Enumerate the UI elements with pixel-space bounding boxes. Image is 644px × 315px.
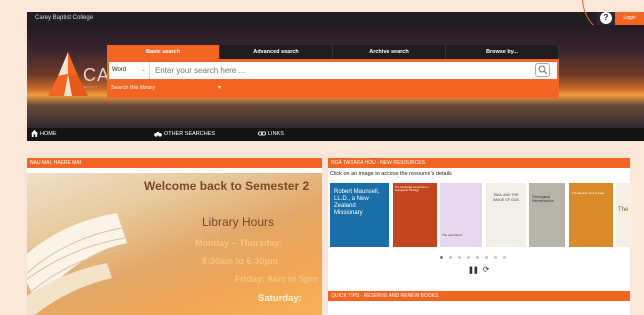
tab-browse-by[interactable]: Browse by... [446, 45, 559, 59]
book-cover-2[interactable]: The Cambridge Companion to Evangelical T… [393, 183, 437, 247]
book-title-3: The Last Word [442, 233, 462, 237]
hours-line-3: Friday: 8am to 5pm [235, 274, 318, 284]
book-cover-1[interactable]: Robert Maunsell, LL.D., a New Zealand Mi… [330, 183, 389, 247]
home-icon [31, 130, 38, 138]
carousel-dot[interactable] [467, 256, 470, 259]
welcome-panel-header: NAU MAI, HAERE MAI [27, 158, 322, 168]
search-icon [538, 65, 548, 75]
book-cover-6[interactable]: The Reason Not to Fear [569, 183, 613, 247]
carousel-controls: ❚❚ ⟳ [468, 265, 489, 274]
pause-icon[interactable]: ❚❚ [468, 266, 479, 274]
welcome-heading: Welcome back to Semester 2 [144, 179, 310, 193]
search-button[interactable] [535, 63, 550, 77]
hours-line-2: 8:30am to 6:30pm [202, 256, 279, 266]
nav-item-other-searches[interactable]: OTHER SEARCHES [154, 128, 215, 141]
library-hours-title: Library Hours [202, 215, 275, 229]
carousel-dot[interactable] [476, 256, 479, 259]
carousel-dot[interactable] [440, 256, 443, 259]
carousel-dot[interactable] [485, 256, 488, 259]
college-name[interactable]: Carey Baptist College [35, 13, 93, 24]
tab-advanced-search[interactable]: Advanced search [220, 45, 333, 59]
tab-basic-search[interactable]: Basic search [107, 45, 220, 59]
book-title-7: The [618, 207, 629, 213]
carousel-dot[interactable] [503, 256, 506, 259]
search-row: Word ⌄ [107, 59, 559, 82]
search-scope-select[interactable]: Search this library [111, 85, 155, 91]
nav-item-home[interactable]: HOME [31, 128, 57, 141]
new-resources-panel: NGĀ TAITARA HŌU - NEW RESOURCES Click on… [328, 158, 632, 315]
book-title-2: The Cambridge Companion to Evangelical T… [395, 186, 429, 192]
search-field-select[interactable]: Word ⌄ [109, 62, 149, 79]
nav-label-links: LINKS [268, 131, 284, 137]
carousel-dots [440, 256, 506, 259]
welcome-banner[interactable]: Welcome back to Semester 2 Library Hours… [27, 173, 322, 315]
link-icon [258, 131, 266, 136]
book-carousel: Robert Maunsell, LL.D., a New Zealand Mi… [330, 183, 632, 248]
search-scope-row: Search this library ▼ [107, 82, 559, 98]
binoculars-icon [154, 131, 162, 137]
carousel-dot[interactable] [449, 256, 452, 259]
book-cover-3[interactable]: The Last Word [440, 183, 482, 247]
hero-banner: CA BAPTI Basic search Advanced search Ar… [27, 25, 644, 128]
nav-item-links[interactable]: LINKS [258, 128, 284, 141]
carousel-dot[interactable] [458, 256, 461, 259]
page: Carey Baptist College ? Login CA BAPTI B… [0, 0, 644, 315]
main-nav: HOME OTHER SEARCHES LINKS [27, 128, 644, 141]
book-cover-4[interactable]: PAUL AND THE IMAGE OF GOD [486, 183, 526, 247]
nav-label-other-searches: OTHER SEARCHES [164, 131, 216, 137]
hours-line-4: Saturday: [258, 293, 302, 304]
search-field-value: Word [112, 67, 127, 73]
book-title-4: PAUL AND THE IMAGE OF GOD [492, 193, 520, 202]
quick-tips-header[interactable]: QUICK TIPS - RESERVE AND RENEW BOOKS [328, 291, 630, 301]
caret-down-icon[interactable]: ▼ [217, 85, 222, 91]
search-tabs: Basic search Advanced search Archive sea… [107, 45, 559, 59]
book-cover-7[interactable]: The [616, 183, 632, 247]
tab-archive-search[interactable]: Archive search [333, 45, 446, 59]
top-bar: Carey Baptist College ? Login [27, 12, 644, 25]
refresh-icon[interactable]: ⟳ [483, 265, 490, 274]
logo-subtext: BAPTI [84, 85, 98, 89]
welcome-panel: NAU MAI, HAERE MAI Welcome back to Semes… [27, 158, 322, 315]
carousel-dot[interactable] [494, 256, 497, 259]
book-cover-5[interactable]: Theological Hermeneutics [529, 183, 565, 247]
book-title-5: Theological Hermeneutics [532, 195, 554, 203]
new-resources-subheader: Click on an image to access the resource… [330, 171, 452, 177]
book-title-6: The Reason Not to Fear [572, 191, 605, 195]
book-title-1: Robert Maunsell, LL.D., a New Zealand Mi… [334, 189, 380, 216]
new-resources-header: NGĀ TAITARA HŌU - NEW RESOURCES [328, 158, 630, 168]
search-input[interactable] [149, 62, 557, 79]
logo-text: CA [83, 65, 111, 85]
nav-label-home: HOME [40, 131, 57, 137]
chevron-down-icon: ⌄ [140, 67, 146, 73]
hours-line-1: Monday – Thursday: [195, 238, 283, 248]
open-book-image [27, 213, 128, 315]
